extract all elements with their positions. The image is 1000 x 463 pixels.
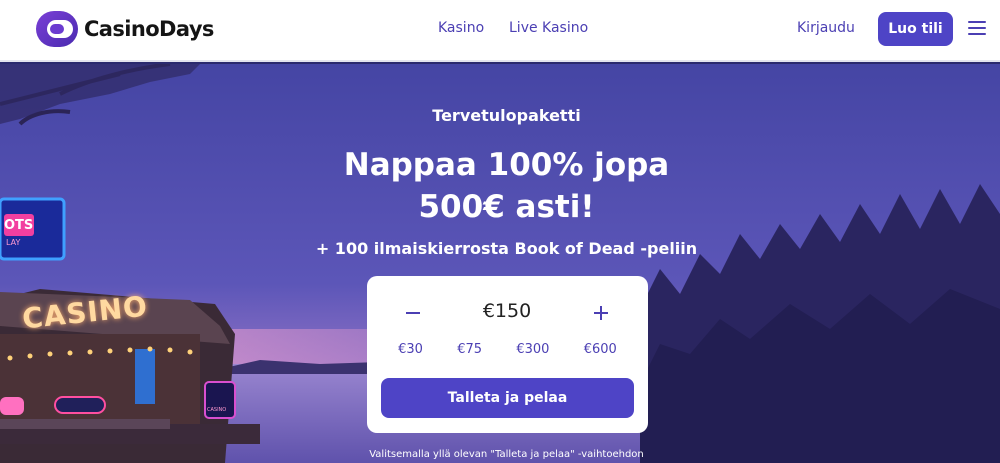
logo-text: CasinoDays [84,17,214,41]
hero-headline-line2: 500€ asti! [418,189,595,225]
minus-icon[interactable] [398,298,428,328]
hamburger-menu-icon[interactable] [968,21,986,35]
hero-headline-line1: Nappaa 100% jopa [343,147,670,183]
preset-30[interactable]: €30 [398,342,423,357]
casino-badge-sign: CASINO [207,407,227,413]
preset-600[interactable]: €600 [584,342,617,357]
deposit-amount[interactable]: €150 [447,300,567,322]
nav-live-kasino[interactable]: Live Kasino [509,20,588,36]
plus-icon[interactable] [586,298,616,328]
hero-subline: + 100 ilmaiskierrosta Book of Dead -peli… [315,239,698,258]
signup-button[interactable]: Luo tili [878,12,953,46]
casino-days-logo[interactable]: CasinoDays [36,11,214,47]
nav-kasino[interactable]: Kasino [438,20,484,36]
hero-headline: Nappaa 100% jopa 500€ asti! [0,144,1000,228]
hero-eyebrow: Tervetulopaketti [432,106,581,125]
deposit-card: €150 €30 €75 €300 €600 Talleta ja pelaa [367,276,648,433]
hero-banner: CASINO OTS LAY CASINO Tervetulopaketti N… [0,64,1000,463]
login-link[interactable]: Kirjaudu [797,20,855,36]
amount-presets: €30 €75 €300 €600 [381,342,634,357]
preset-75[interactable]: €75 [457,342,482,357]
preset-300[interactable]: €300 [516,342,549,357]
deposit-and-play-button[interactable]: Talleta ja pelaa [381,378,634,418]
logo-mark-icon [36,11,78,47]
terms-disclaimer: Valitsemalla yllä olevan "Talleta ja pel… [369,449,644,460]
top-header: CasinoDays Kasino Live Kasino Kirjaudu L… [0,0,1000,62]
